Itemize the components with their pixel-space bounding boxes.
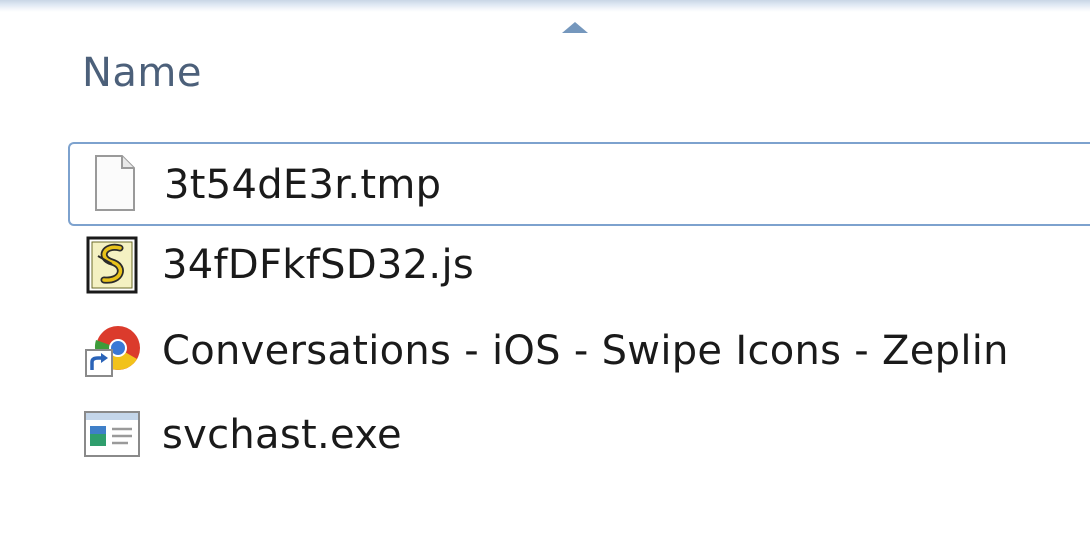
file-row[interactable]: svchast.exe	[68, 396, 1090, 480]
file-explorer-view: Name 3t54dE3r.tmp 34fDFkfSD32.js Convers…	[0, 0, 1090, 535]
name-column-header[interactable]: Name	[0, 12, 1090, 122]
header-top-edge	[0, 0, 1090, 12]
file-row[interactable]: 34fDFkfSD32.js	[68, 228, 1090, 312]
file-name: 3t54dE3r.tmp	[164, 162, 442, 208]
file-row[interactable]: Conversations - iOS - Swipe Icons - Zepl…	[68, 312, 1090, 396]
chrome-shortcut-icon	[82, 320, 142, 380]
application-exe-icon	[82, 404, 142, 464]
name-column-label: Name	[82, 50, 203, 96]
file-name: Conversations - iOS - Swipe Icons - Zepl…	[162, 328, 1009, 374]
file-name: 34fDFkfSD32.js	[162, 242, 474, 288]
script-file-icon	[82, 234, 142, 294]
generic-file-icon	[84, 153, 144, 213]
file-name: svchast.exe	[162, 412, 402, 458]
file-row[interactable]: 3t54dE3r.tmp	[68, 142, 1090, 226]
